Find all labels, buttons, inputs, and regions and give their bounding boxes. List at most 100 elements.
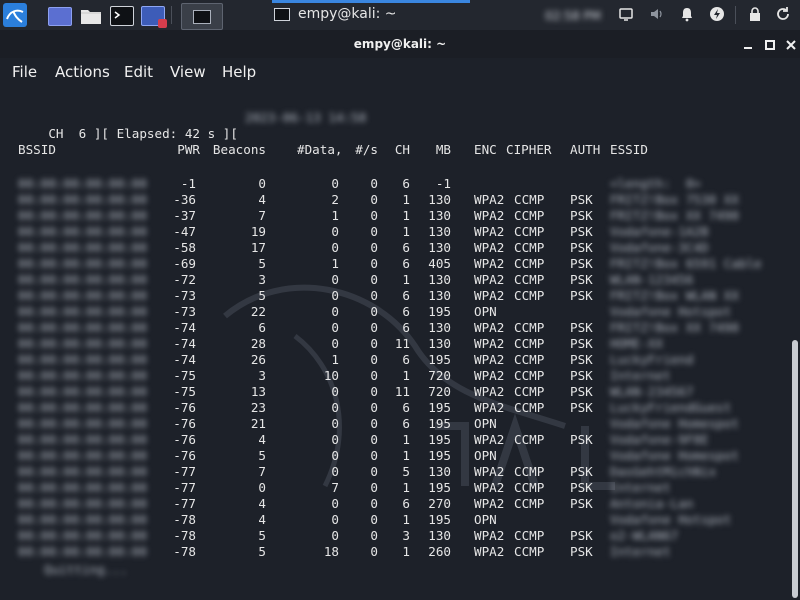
lock-icon[interactable]	[746, 6, 764, 24]
row-mb: 195	[428, 400, 451, 415]
taskbar-window-tab[interactable]: empy@kali: ~	[272, 0, 470, 30]
row-cipher: CCMP	[514, 368, 545, 383]
maximize-button[interactable]	[763, 38, 777, 52]
active-window-button[interactable]	[181, 3, 223, 30]
workspace-icon[interactable]	[48, 7, 72, 26]
table-row: 00:00:00:00:00:00 -78 5 0 0 3 130 WPA2 CCMP PSK o2…	[0, 528, 790, 544]
minimize-button[interactable]	[741, 38, 755, 52]
row-essid: FRITZ!Box WLAN XX	[610, 288, 739, 303]
menu-file[interactable]: File	[12, 63, 37, 81]
row-bssid: 00:00:00:00:00:00	[18, 512, 147, 527]
row-data: 0	[331, 528, 339, 543]
row-cipher: CCMP	[514, 240, 545, 255]
row-pwr: -58	[173, 240, 196, 255]
display-icon[interactable]	[617, 6, 635, 24]
row-enc: WPA2	[474, 352, 505, 367]
row-cipher: CCMP	[514, 400, 545, 415]
row-auth: PSK	[570, 496, 593, 511]
row-data: 0	[331, 272, 339, 287]
table-row: 00:00:00:00:00:00 -74 6 0 0 6 130 WPA2 CCMP PSK FR…	[0, 320, 790, 336]
terminal-launcher-icon[interactable]	[110, 6, 134, 26]
menu-bar: File Actions Edit View Help	[0, 58, 800, 86]
row-data: 0	[331, 240, 339, 255]
row-data: 0	[331, 384, 339, 399]
row-bssid: 00:00:00:00:00:00	[18, 224, 147, 239]
header-auth: AUTH	[570, 142, 601, 157]
row-auth: PSK	[570, 272, 593, 287]
row-bssid: 00:00:00:00:00:00	[18, 192, 147, 207]
row-ch: 6	[402, 288, 410, 303]
terminal-output[interactable]: CH 6 ][ Elapsed: 42 s ][2023-06-13 14:58…	[0, 86, 790, 600]
header-ch: CH	[394, 142, 410, 157]
notifications-bell-icon[interactable]	[678, 6, 696, 24]
row-enc: WPA2	[474, 320, 505, 335]
row-mb: 130	[428, 224, 451, 239]
row-auth: PSK	[570, 208, 593, 223]
row-essid: FRITZ!Box 6591 Cable	[610, 256, 762, 271]
row-beacons: 4	[258, 432, 266, 447]
row-bssid: 00:00:00:00:00:00	[18, 176, 147, 191]
row-ch: 6	[402, 400, 410, 415]
screen-recorder-icon[interactable]	[141, 6, 167, 28]
row-auth: PSK	[570, 320, 593, 335]
row-auth: PSK	[570, 432, 593, 447]
menu-edit[interactable]: Edit	[124, 63, 153, 81]
row-beacons: 4	[258, 192, 266, 207]
row-ch: 1	[402, 432, 410, 447]
menu-view[interactable]: View	[170, 63, 206, 81]
row-mb: 405	[428, 256, 451, 271]
file-manager-icon[interactable]	[80, 7, 102, 24]
row-rate: 0	[370, 464, 378, 479]
row-rate: 0	[370, 528, 378, 543]
row-rate: 0	[370, 304, 378, 319]
table-row: 00:00:00:00:00:00 -77 0 7 0 1 195 WPA2 CCMP PSK In…	[0, 480, 790, 496]
window-titlebar[interactable]: empy@kali: ~	[0, 30, 800, 58]
row-enc: WPA2	[474, 288, 505, 303]
row-beacons: 5	[258, 288, 266, 303]
close-button[interactable]	[784, 38, 798, 52]
table-row: 00:00:00:00:00:00 -76 4 0 0 1 195 WPA2 CCMP PSK Vo…	[0, 432, 790, 448]
menu-actions[interactable]: Actions	[55, 63, 110, 81]
row-cipher: CCMP	[514, 432, 545, 447]
row-mb: 260	[428, 544, 451, 559]
table-row: 00:00:00:00:00:00 -58 17 0 0 6 130 WPA2 CCMP PSK V…	[0, 240, 790, 256]
row-ch: 11	[394, 336, 410, 351]
scrollbar-thumb[interactable]	[792, 340, 798, 598]
header-bssid: BSSID	[18, 142, 56, 157]
row-data: 0	[331, 320, 339, 335]
restart-icon[interactable]	[774, 6, 792, 24]
row-mb: 130	[428, 320, 451, 335]
row-ch: 6	[402, 240, 410, 255]
row-data: 0	[331, 496, 339, 511]
row-pwr: -77	[173, 496, 196, 511]
volume-icon[interactable]	[648, 6, 666, 24]
kali-menu-icon[interactable]	[3, 3, 27, 27]
row-enc: WPA2	[474, 384, 505, 399]
row-data: 1	[331, 352, 339, 367]
row-auth: PSK	[570, 256, 593, 271]
row-mb: 195	[428, 432, 451, 447]
row-essid: LuckyFriendGuest	[610, 400, 732, 415]
row-enc: OPN	[474, 416, 497, 431]
row-pwr: -73	[173, 304, 196, 319]
row-essid: Internet	[610, 480, 671, 495]
row-bssid: 00:00:00:00:00:00	[18, 320, 147, 335]
row-essid: Antonia-Lan	[610, 496, 694, 511]
clock[interactable]: 02:58 PM	[545, 9, 601, 23]
row-rate: 0	[370, 240, 378, 255]
row-bssid: 00:00:00:00:00:00	[18, 464, 147, 479]
row-rate: 0	[370, 496, 378, 511]
record-dot-icon	[158, 19, 167, 28]
row-pwr: -78	[173, 544, 196, 559]
row-bssid: 00:00:00:00:00:00	[18, 288, 147, 303]
row-pwr: -76	[173, 400, 196, 415]
power-manager-icon[interactable]	[708, 6, 726, 24]
menu-help[interactable]: Help	[222, 63, 256, 81]
scrollbar[interactable]	[790, 86, 800, 600]
row-cipher: CCMP	[514, 320, 545, 335]
row-beacons: 3	[258, 272, 266, 287]
row-mb: 195	[428, 352, 451, 367]
row-pwr: -37	[173, 208, 196, 223]
row-essid: Vodafone-9F8E	[610, 432, 709, 447]
table-row: 00:00:00:00:00:00 -47 19 0 0 1 130 WPA2 CCMP PSK V…	[0, 224, 790, 240]
